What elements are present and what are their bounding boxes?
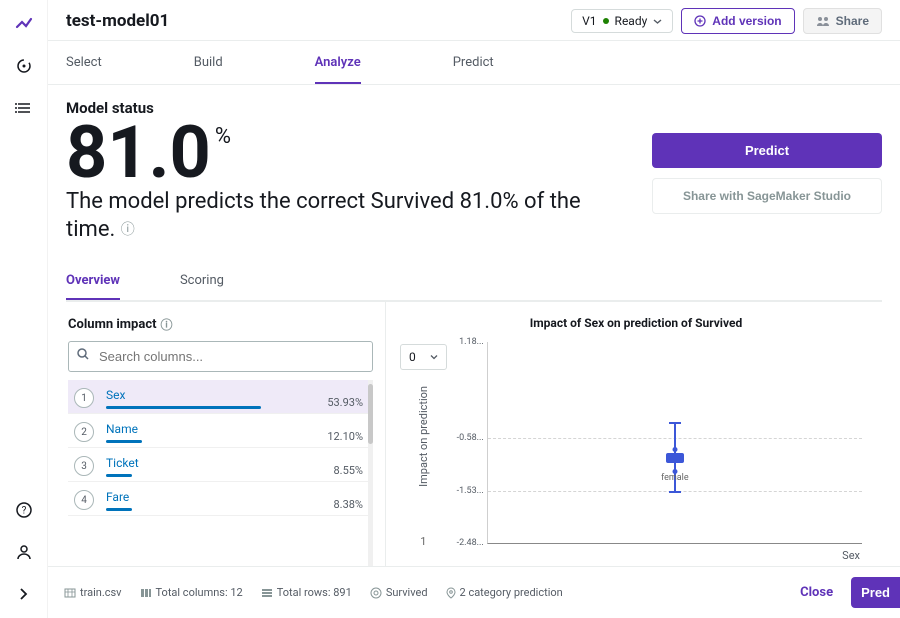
list-icon[interactable] — [14, 98, 34, 118]
column-item-ticket[interactable]: 3 Ticket 8.55% — [68, 448, 373, 482]
y-one-label: 1 — [420, 535, 426, 548]
tab-build[interactable]: Build — [194, 41, 223, 84]
column-name: Fare — [106, 490, 365, 504]
left-rail: ? — [0, 0, 48, 618]
chevron-down-icon — [430, 353, 438, 361]
rank-badge: 1 — [74, 388, 94, 408]
chart-plot: 1.18... -0.58... -1.53... -2.48... — [451, 342, 872, 566]
model-status-description: The model predicts the correct Survived … — [66, 188, 616, 245]
close-link[interactable]: Close — [800, 585, 833, 600]
header: test-model01 V1 Ready Add version Share — [48, 0, 900, 40]
total-columns: Total columns: 12 — [156, 586, 243, 599]
file-icon — [64, 587, 76, 599]
columns-icon — [140, 587, 152, 599]
chart-title: Impact of Sex on prediction of Survived — [400, 316, 872, 330]
chart-class-dropdown[interactable]: 0 — [400, 344, 447, 370]
search-input[interactable] — [68, 341, 373, 372]
ready-label: Ready — [615, 14, 648, 28]
impact-bar — [106, 440, 142, 443]
rank-badge: 2 — [74, 422, 94, 442]
impact-pct: 53.93% — [327, 396, 363, 409]
scrollbar[interactable] — [368, 380, 373, 566]
predict-footer-button[interactable]: Pred — [851, 577, 900, 608]
impact-pct: 8.55% — [333, 464, 363, 477]
impact-bar — [106, 406, 261, 409]
search-columns — [68, 341, 373, 372]
subtab-overview[interactable]: Overview — [66, 263, 120, 300]
category-label: female — [661, 473, 689, 483]
prediction-type: 2 category prediction — [460, 586, 563, 599]
add-version-label: Add version — [712, 14, 781, 28]
footer-bar: train.csv Total columns: 12 Total rows: … — [48, 566, 900, 618]
version-dropdown[interactable]: V1 Ready — [571, 9, 673, 33]
impact-pct: 8.38% — [333, 498, 363, 511]
column-list: 1 Sex 53.93% 2 Name — [68, 380, 373, 566]
column-item-sex[interactable]: 1 Sex 53.93% — [68, 380, 373, 414]
tab-analyze[interactable]: Analyze — [315, 41, 361, 84]
sub-tabs: Overview Scoring — [66, 263, 882, 301]
column-item-fare[interactable]: 4 Fare 8.38% — [68, 482, 373, 516]
tab-select[interactable]: Select — [66, 41, 102, 84]
info-icon[interactable]: ⓘ — [121, 222, 135, 238]
page-title: test-model01 — [66, 11, 563, 31]
people-icon — [816, 15, 830, 27]
help-icon[interactable]: ? — [14, 500, 34, 520]
predict-button[interactable]: Predict — [652, 133, 882, 168]
subtab-scoring[interactable]: Scoring — [180, 263, 224, 300]
column-item-name[interactable]: 2 Name 12.10% — [68, 414, 373, 448]
chevron-right-icon[interactable] — [14, 584, 34, 604]
column-name: Name — [106, 422, 365, 436]
chart-panel: Impact of Sex on prediction of Survived … — [386, 302, 882, 566]
version-label: V1 — [582, 14, 596, 28]
logo-icon[interactable] — [14, 14, 34, 34]
impact-pct: 12.10% — [327, 430, 363, 443]
location-icon — [446, 587, 456, 599]
share-sagemaker-button[interactable]: Share with SageMaker Studio — [652, 178, 882, 214]
x-axis-label: Sex — [842, 549, 860, 562]
impact-bar — [106, 508, 132, 511]
column-name: Ticket — [106, 456, 365, 470]
rows-icon — [261, 587, 273, 599]
total-rows: Total rows: 891 — [277, 586, 352, 599]
file-name: train.csv — [80, 586, 122, 599]
main-tabs: Select Build Analyze Predict — [48, 41, 900, 84]
impact-bar — [106, 474, 132, 477]
add-version-button[interactable]: Add version — [681, 8, 794, 34]
search-icon — [76, 347, 90, 361]
target-icon — [370, 587, 382, 599]
share-button[interactable]: Share — [803, 8, 882, 34]
rank-badge: 3 — [74, 456, 94, 476]
svg-text:?: ? — [21, 506, 26, 517]
column-name: Sex — [106, 388, 365, 402]
accuracy-value: 81.0% — [66, 121, 634, 186]
status-dot-icon — [603, 18, 609, 24]
refresh-icon[interactable] — [14, 56, 34, 76]
plus-icon — [694, 15, 706, 27]
target-col: Survived — [386, 586, 428, 599]
y-axis-label: Impact on prediction — [417, 376, 430, 497]
chevron-down-icon — [653, 17, 662, 26]
info-icon[interactable]: ⓘ — [161, 316, 173, 333]
rank-badge: 4 — [74, 490, 94, 510]
column-impact-title: Column impact ⓘ — [68, 316, 373, 333]
column-impact-panel: Column impact ⓘ 1 Sex — [66, 302, 386, 566]
share-label: Share — [836, 14, 869, 28]
tab-predict[interactable]: Predict — [453, 41, 494, 84]
user-icon[interactable] — [14, 542, 34, 562]
